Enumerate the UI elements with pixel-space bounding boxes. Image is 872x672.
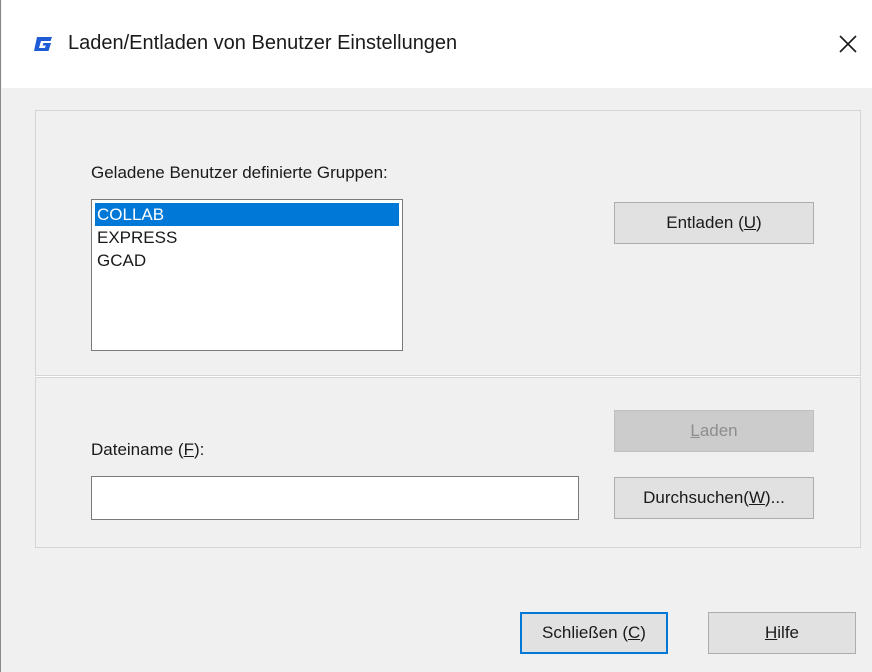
help-button[interactable]: Hilfe [708, 612, 856, 654]
file-load-panel [35, 376, 861, 548]
close-dialog-button-label-post: ) [640, 623, 646, 642]
list-item-gcad[interactable]: GCAD [95, 249, 399, 272]
close-icon [839, 35, 857, 53]
unload-button-label-pre: Entladen ( [666, 213, 744, 232]
list-item-express[interactable]: EXPRESS [95, 226, 399, 249]
browse-button-label-pre: Durchsuchen( [643, 488, 749, 507]
gstarcad-g-icon [34, 37, 52, 51]
load-button-mnemonic: L [690, 421, 700, 440]
close-dialog-button[interactable]: Schließen (C) [520, 612, 668, 654]
browse-button-label-post: )... [765, 488, 785, 507]
close-dialog-button-label-pre: Schließen ( [542, 623, 629, 642]
browse-button[interactable]: Durchsuchen(W)... [614, 477, 814, 519]
close-dialog-button-mnemonic: C [628, 623, 641, 642]
filename-label: Dateiname (F): [91, 440, 204, 460]
help-button-mnemonic: H [764, 623, 778, 642]
filename-input[interactable] [91, 476, 579, 520]
filename-label-mnemonic: F [183, 440, 194, 459]
close-button[interactable] [822, 18, 872, 70]
window-title: Laden/Entladen von Benutzer Einstellunge… [68, 32, 458, 54]
title-bar[interactable]: Laden/Entladen von Benutzer Einstellunge… [2, 0, 872, 88]
unload-button-mnemonic: U [743, 213, 757, 232]
groups-listbox[interactable]: COLLAB EXPRESS GCAD [91, 199, 403, 351]
load-button-label-post: aden [699, 421, 738, 440]
list-item-collab[interactable]: COLLAB [95, 203, 399, 226]
unload-button[interactable]: Entladen (U) [614, 202, 814, 244]
filename-label-pre: Dateiname ( [91, 440, 184, 459]
filename-label-post: ): [194, 440, 205, 459]
browse-button-mnemonic: W [748, 488, 766, 507]
loaded-groups-label: Geladene Benutzer definierte Gruppen: [91, 163, 388, 182]
unload-button-label-post: ) [756, 213, 762, 232]
load-button[interactable]: Laden [614, 410, 814, 452]
dialog-window: Laden/Entladen von Benutzer Einstellunge… [0, 0, 872, 672]
help-button-label-post: ilfe [777, 623, 799, 642]
